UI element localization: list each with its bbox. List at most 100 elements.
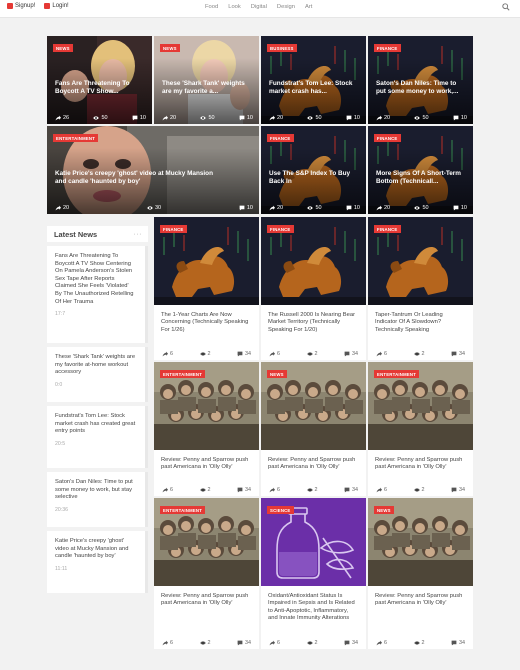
comments-icon[interactable] [451,351,457,357]
nav-art[interactable]: Art [305,4,312,10]
share-stat[interactable]: 20 [162,115,176,121]
share-icon[interactable] [55,115,61,121]
article-image: Entertainment [154,498,259,586]
latest-news-item[interactable]: Fans Are Threatening To Boycott A TV Sho… [47,246,148,343]
share-stat[interactable]: 26 [55,115,69,121]
share-stat[interactable]: 6 [269,487,280,493]
hero-tile[interactable]: News These 'Shark Tank' weights are my f… [154,36,259,124]
comments-icon[interactable] [237,640,243,646]
share-icon[interactable] [376,351,382,357]
share-stat[interactable]: 6 [269,351,280,357]
login-link[interactable]: Login! [44,3,69,9]
hero-tile[interactable]: Finance More Signs Of A Short-Term Botto… [368,126,473,214]
share-icon[interactable] [269,205,275,211]
article-card[interactable]: Finance The 1-Year Charts Are Now Concer… [154,217,259,360]
comments-stat[interactable]: 34 [237,640,251,646]
comments-stat[interactable]: 34 [237,487,251,493]
comments-stat[interactable]: 10 [346,115,360,121]
comments-stat[interactable]: 34 [451,351,465,357]
comments-icon[interactable] [344,640,350,646]
comments-stat[interactable]: 10 [239,205,253,211]
search-icon[interactable] [502,3,510,11]
article-card[interactable]: Finance The Russell 2000 Is Nearing Bear… [261,217,366,360]
comments-icon[interactable] [451,487,457,493]
comments-stat[interactable]: 34 [344,640,358,646]
share-stat[interactable]: 6 [162,351,173,357]
share-icon[interactable] [376,115,382,121]
comments-stat[interactable]: 34 [344,351,358,357]
article-card[interactable]: Finance Taper-Tantrum Or Leading Indicat… [368,217,473,360]
views-stat: 2 [306,640,318,646]
hero-tile[interactable]: Business Fundstrat's Tom Lee: Stock mark… [261,36,366,124]
comments-icon[interactable] [132,115,138,121]
comments-icon[interactable] [344,487,350,493]
latest-news-item[interactable]: Saton's Dan Niles: Time to put some mone… [47,472,148,527]
share-stat[interactable]: 6 [162,487,173,493]
share-stat[interactable]: 6 [376,640,387,646]
hero-tile[interactable]: News Fans Are Threatening To Boycott A T… [47,36,152,124]
share-icon[interactable] [269,115,275,121]
views-stat: 2 [306,351,318,357]
comments-stat[interactable]: 10 [132,115,146,121]
latest-news-item[interactable]: Fundstrat's Tom Lee: Stock market crash … [47,406,148,468]
nav-look[interactable]: Look [228,4,241,10]
article-card[interactable]: Entertainment Review: Penny and Sparrow … [368,362,473,496]
article-card[interactable]: News Review: Penny and Sparrow push past… [261,362,366,496]
nav-digital[interactable]: Digital [251,4,267,10]
comments-stat[interactable]: 10 [453,205,467,211]
comments-icon[interactable] [453,115,459,121]
share-stat[interactable]: 20 [55,205,69,211]
article-card[interactable]: Science Oxidant/Antioxidant Status Is Im… [261,498,366,649]
share-stat[interactable]: 20 [269,205,283,211]
share-stat[interactable]: 20 [269,115,283,121]
comments-icon[interactable] [346,115,352,121]
share-icon[interactable] [269,487,275,493]
share-icon[interactable] [162,351,168,357]
signup-link[interactable]: Signup! [7,3,35,9]
comments-icon[interactable] [344,351,350,357]
article-card[interactable]: News Review: Penny and Sparrow push past… [368,498,473,649]
comments-stat[interactable]: 34 [237,351,251,357]
share-icon[interactable] [162,487,168,493]
comments-icon[interactable] [237,487,243,493]
hero-tile-wide[interactable]: Entertainment Katie Price's creepy 'ghos… [47,126,259,214]
latest-news-item[interactable]: Katie Price's creepy 'ghost' video at Mu… [47,531,148,593]
share-stat[interactable]: 20 [376,115,390,121]
share-stat[interactable]: 6 [376,487,387,493]
share-stat[interactable]: 20 [376,205,390,211]
comments-stat[interactable]: 10 [346,205,360,211]
more-options-icon[interactable]: ··· [134,231,143,238]
share-icon[interactable] [269,351,275,357]
comments-icon[interactable] [453,205,459,211]
share-icon[interactable] [376,640,382,646]
auth-links: Signup! Login! [7,3,69,9]
comments-icon[interactable] [346,205,352,211]
share-icon[interactable] [162,640,168,646]
article-card[interactable]: Entertainment Review: Penny and Sparrow … [154,362,259,496]
share-icon[interactable] [55,205,61,211]
article-title: Taper-Tantrum Or Leading Indicator Of A … [375,312,443,333]
comments-stat[interactable]: 10 [453,115,467,121]
comments-icon[interactable] [239,115,245,121]
comments-icon[interactable] [451,640,457,646]
nav-food[interactable]: Food [205,4,218,10]
article-card[interactable]: Entertainment Review: Penny and Sparrow … [154,498,259,649]
share-icon[interactable] [162,115,168,121]
latest-news-sidebar: Latest News ··· Fans Are Threatening To … [47,226,148,597]
nav-design[interactable]: Design [277,4,295,10]
share-icon[interactable] [376,205,382,211]
comments-stat[interactable]: 34 [451,487,465,493]
comments-icon[interactable] [239,205,245,211]
latest-news-item[interactable]: These 'Shark Tank' weights are my favori… [47,347,148,402]
share-stat[interactable]: 6 [162,640,173,646]
hero-tile[interactable]: Finance Saton's Dan Niles: Time to put s… [368,36,473,124]
share-icon[interactable] [376,487,382,493]
comments-stat[interactable]: 34 [451,640,465,646]
share-icon[interactable] [269,640,275,646]
comments-stat[interactable]: 10 [239,115,253,121]
comments-stat[interactable]: 34 [344,487,358,493]
comments-icon[interactable] [237,351,243,357]
share-stat[interactable]: 6 [269,640,280,646]
share-stat[interactable]: 6 [376,351,387,357]
hero-tile[interactable]: Finance Use The S&P Index To Buy Back In… [261,126,366,214]
